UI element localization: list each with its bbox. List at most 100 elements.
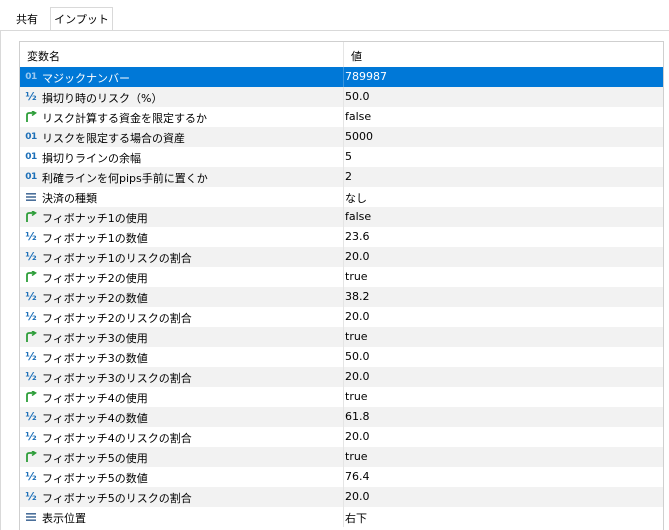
param-name: 損切りラインの余幅 xyxy=(42,152,141,165)
table-row[interactable]: ½ 損切り時のリスク（%） 50.0 xyxy=(20,87,663,107)
cell-divider xyxy=(343,507,344,527)
param-value[interactable]: true xyxy=(345,450,368,463)
table-row[interactable]: 表示位置 右下 xyxy=(20,507,663,527)
param-name: フィボナッチ4の使用 xyxy=(42,392,148,405)
tab-inputs[interactable]: インプット xyxy=(50,7,113,31)
table-row[interactable]: ½ フィボナッチ5のリスクの割合 20.0 xyxy=(20,487,663,507)
param-value[interactable]: true xyxy=(345,270,368,283)
column-header-name[interactable]: 変数名 xyxy=(27,48,60,64)
param-name: フィボナッチ2の使用 xyxy=(42,272,148,285)
cell-divider xyxy=(343,447,344,467)
double-type-icon: ½ xyxy=(25,250,37,263)
param-name: 決済の種類 xyxy=(42,192,97,205)
cell-divider xyxy=(343,187,344,207)
bool-type-icon xyxy=(23,209,39,225)
param-value[interactable]: false xyxy=(345,110,371,123)
cell-divider xyxy=(343,307,344,327)
param-value[interactable]: 5000 xyxy=(345,130,373,143)
param-name: フィボナッチ1の数値 xyxy=(42,232,148,245)
column-divider[interactable] xyxy=(343,42,344,67)
enum-type-icon xyxy=(23,509,39,525)
table-row[interactable]: フィボナッチ2の使用 true xyxy=(20,267,663,287)
int-type-icon: 01 xyxy=(25,132,37,142)
table-row[interactable]: フィボナッチ5の使用 true xyxy=(20,447,663,467)
param-value[interactable]: 76.4 xyxy=(345,470,370,483)
param-value[interactable]: 50.0 xyxy=(345,90,370,103)
param-value[interactable]: 20.0 xyxy=(345,250,370,263)
double-type-icon: ½ xyxy=(25,230,37,243)
param-value[interactable]: 50.0 xyxy=(345,350,370,363)
cell-divider xyxy=(343,87,344,107)
tab-common[interactable]: 共有 xyxy=(6,9,48,30)
enum-type-icon xyxy=(23,189,39,205)
param-value[interactable]: false xyxy=(345,210,371,223)
param-name: フィボナッチ3の数値 xyxy=(42,352,148,365)
double-type-icon: ½ xyxy=(25,290,37,303)
table-row[interactable]: ½ フィボナッチ3の数値 50.0 xyxy=(20,347,663,367)
table-row[interactable]: ½ フィボナッチ2のリスクの割合 20.0 xyxy=(20,307,663,327)
param-value[interactable]: 61.8 xyxy=(345,410,370,423)
table-row[interactable]: 01 損切りラインの余幅 5 xyxy=(20,147,663,167)
param-value[interactable]: 5 xyxy=(345,150,352,163)
param-value[interactable]: 2 xyxy=(345,170,352,183)
param-value[interactable]: 20.0 xyxy=(345,430,370,443)
double-type-icon: ½ xyxy=(25,470,37,483)
cell-divider xyxy=(343,207,344,227)
cell-divider xyxy=(343,407,344,427)
param-name: 損切り時のリスク（%） xyxy=(42,92,163,105)
table-row[interactable]: 01 リスクを限定する場合の資産 5000 xyxy=(20,127,663,147)
param-value[interactable]: 789987 xyxy=(345,70,387,83)
double-type-icon: ½ xyxy=(25,350,37,363)
table-row[interactable]: ½ フィボナッチ2の数値 38.2 xyxy=(20,287,663,307)
param-value[interactable]: true xyxy=(345,390,368,403)
cell-divider xyxy=(343,287,344,307)
cell-divider xyxy=(343,367,344,387)
param-value[interactable]: 20.0 xyxy=(345,490,370,503)
double-type-icon: ½ xyxy=(25,90,37,103)
column-header-value[interactable]: 値 xyxy=(351,48,362,64)
param-value[interactable]: 23.6 xyxy=(345,230,370,243)
param-value[interactable]: 20.0 xyxy=(345,310,370,323)
table-row[interactable]: ½ フィボナッチ4のリスクの割合 20.0 xyxy=(20,427,663,447)
int-type-icon: 01 xyxy=(25,72,37,82)
param-name: フィボナッチ1のリスクの割合 xyxy=(42,252,192,265)
table-row[interactable]: ½ フィボナッチ1の数値 23.6 xyxy=(20,227,663,247)
table-row[interactable]: 01 利確ラインを何pips手前に置くか 2 xyxy=(20,167,663,187)
cell-divider xyxy=(343,467,344,487)
param-name: リスク計算する資金を限定するか xyxy=(42,112,207,125)
bool-type-icon xyxy=(23,449,39,465)
table-row[interactable]: ½ フィボナッチ4の数値 61.8 xyxy=(20,407,663,427)
table-row[interactable]: ½ フィボナッチ5の数値 76.4 xyxy=(20,467,663,487)
param-name: フィボナッチ4の数値 xyxy=(42,412,148,425)
cell-divider xyxy=(343,247,344,267)
bool-type-icon xyxy=(23,269,39,285)
cell-divider xyxy=(343,267,344,287)
table-row[interactable]: リスク計算する資金を限定するか false xyxy=(20,107,663,127)
table-row[interactable]: フィボナッチ4の使用 true xyxy=(20,387,663,407)
table-row[interactable]: フィボナッチ1の使用 false xyxy=(20,207,663,227)
table-row[interactable]: ½ フィボナッチ1のリスクの割合 20.0 xyxy=(20,247,663,267)
table-row[interactable]: フィボナッチ3の使用 true xyxy=(20,327,663,347)
param-name: フィボナッチ3の使用 xyxy=(42,332,148,345)
param-name: フィボナッチ1の使用 xyxy=(42,212,148,225)
bool-type-icon xyxy=(23,329,39,345)
param-value[interactable]: 20.0 xyxy=(345,370,370,383)
bool-type-icon xyxy=(23,389,39,405)
param-name: フィボナッチ5の数値 xyxy=(42,472,148,485)
bool-type-icon xyxy=(23,109,39,125)
table-row[interactable]: ½ フィボナッチ3のリスクの割合 20.0 xyxy=(20,367,663,387)
param-name: フィボナッチ5のリスクの割合 xyxy=(42,492,192,505)
table-row[interactable]: 決済の種類 なし xyxy=(20,187,663,207)
cell-divider xyxy=(343,327,344,347)
param-value[interactable]: 右下 xyxy=(345,510,367,526)
grid-header: 変数名 値 xyxy=(20,42,663,68)
param-value[interactable]: true xyxy=(345,330,368,343)
param-value[interactable]: なし xyxy=(345,190,367,206)
cell-divider xyxy=(343,127,344,147)
cell-divider xyxy=(343,227,344,247)
table-row[interactable]: 01 マジックナンバー 789987 xyxy=(20,67,663,87)
double-type-icon: ½ xyxy=(25,490,37,503)
double-type-icon: ½ xyxy=(25,430,37,443)
grid-rows: 01 マジックナンバー 789987 ½ 損切り時のリスク（%） 50.0 リスク計算する資… xyxy=(20,67,663,527)
param-value[interactable]: 38.2 xyxy=(345,290,370,303)
